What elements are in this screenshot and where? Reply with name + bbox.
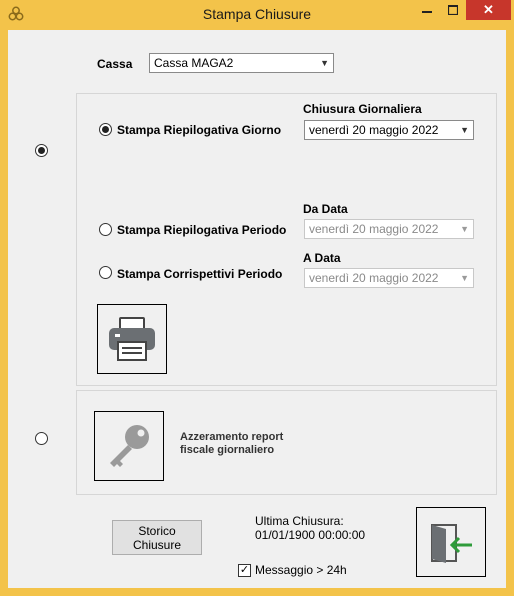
key-icon — [110, 425, 149, 467]
reset-mode-radio[interactable] — [35, 432, 48, 445]
da-day-name: venerdì — [309, 222, 350, 236]
da-year: 2022 — [411, 222, 439, 236]
option-giorno-label[interactable]: Stampa Riepilogativa Giorno — [117, 123, 281, 137]
option-periodo-label[interactable]: Stampa Riepilogativa Periodo — [117, 223, 286, 237]
chevron-down-icon: ▼ — [460, 273, 469, 283]
giorno-year: 2022 — [411, 123, 439, 137]
da-month: maggio — [369, 222, 409, 236]
cassa-select[interactable]: Cassa MAGA2 ▼ — [149, 53, 334, 73]
exit-door-icon — [431, 524, 472, 563]
cassa-label: Cassa — [97, 57, 133, 71]
exit-button[interactable] — [416, 507, 486, 577]
option-periodo-radio[interactable] — [99, 223, 112, 236]
close-icon: ✕ — [483, 2, 494, 17]
a-data-label: A Data — [303, 251, 341, 265]
a-day: 20 — [352, 271, 366, 285]
giorno-month: maggio — [369, 123, 409, 137]
minimize-icon — [422, 11, 432, 13]
reset-label-line2: fiscale giornaliero — [180, 444, 275, 456]
option-giorno-radio[interactable] — [99, 123, 112, 136]
da-day: 20 — [352, 222, 366, 236]
giorno-date-picker[interactable]: venerdì 20 maggio 2022 ▼ — [304, 120, 474, 140]
cassa-select-value: Cassa MAGA2 — [154, 56, 234, 70]
chevron-down-icon: ▼ — [320, 58, 329, 68]
messaggio-label: Messaggio > 24h — [255, 563, 347, 577]
option-corrispettivi-radio[interactable] — [99, 266, 112, 279]
printer-icon — [109, 317, 155, 361]
da-data-label: Da Data — [303, 202, 348, 216]
messaggio-checkbox[interactable]: ✓ — [238, 564, 251, 577]
reset-label-line1: Azzeramento report — [180, 431, 284, 443]
chevron-down-icon: ▼ — [460, 224, 469, 234]
giorno-day-name: venerdì — [309, 123, 350, 137]
title-bar[interactable]: Stampa Chiusure ✕ — [0, 0, 514, 28]
a-month: maggio — [369, 271, 409, 285]
print-group: Chiusura Giornaliera Stampa Riepilogativ… — [76, 93, 497, 386]
client-area: Cassa Cassa MAGA2 ▼ Chiusura Giornaliera… — [8, 30, 506, 588]
a-date-picker[interactable]: venerdì 20 maggio 2022 ▼ — [304, 268, 474, 288]
da-date-picker[interactable]: venerdì 20 maggio 2022 ▼ — [304, 219, 474, 239]
ultima-chiusura-label: Ultima Chiusura: — [255, 514, 344, 528]
print-button[interactable] — [97, 304, 167, 374]
a-year: 2022 — [411, 271, 439, 285]
ultima-chiusura-value: 01/01/1900 00:00:00 — [255, 528, 366, 542]
storico-chiusure-button[interactable]: Storico Chiusure — [112, 520, 202, 555]
reset-group: Azzeramento report fiscale giornaliero — [76, 390, 497, 495]
close-button[interactable]: ✕ — [466, 0, 511, 20]
storico-line1: Storico — [138, 523, 176, 538]
minimize-button[interactable] — [414, 0, 440, 20]
maximize-button[interactable] — [440, 0, 466, 20]
print-mode-radio[interactable] — [35, 144, 48, 157]
storico-line2: Chiusure — [132, 537, 182, 552]
main-window: Stampa Chiusure ✕ Cassa Cassa MAGA2 ▼ Ch… — [0, 0, 514, 596]
maximize-icon — [448, 5, 458, 15]
reset-button[interactable] — [94, 411, 164, 481]
a-day-name: venerdì — [309, 271, 350, 285]
option-corrispettivi-label[interactable]: Stampa Corrispettivi Periodo — [117, 267, 282, 281]
chevron-down-icon: ▼ — [460, 125, 469, 135]
chiusura-giornaliera-label: Chiusura Giornaliera — [303, 102, 422, 116]
giorno-day: 20 — [352, 123, 366, 137]
